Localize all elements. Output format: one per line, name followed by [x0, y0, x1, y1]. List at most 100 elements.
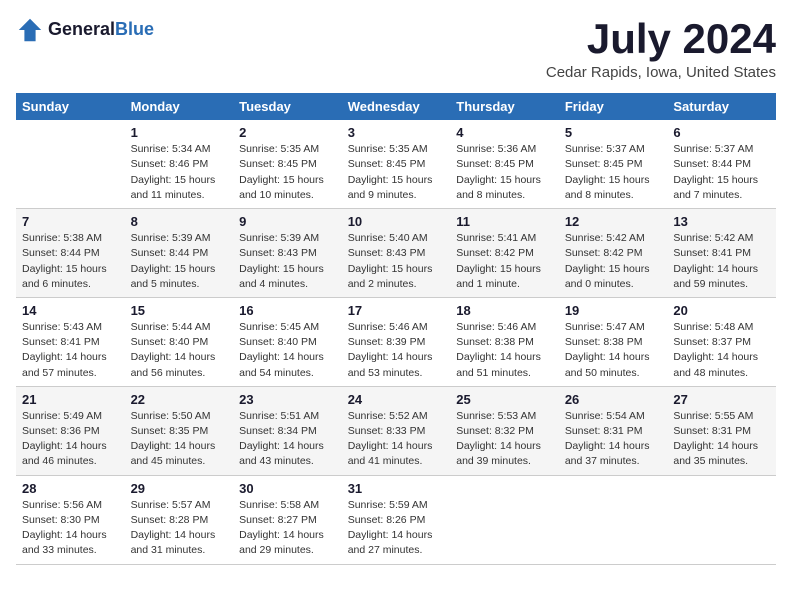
calendar-cell: 24Sunrise: 5:52 AM Sunset: 8:33 PM Dayli… [342, 386, 451, 475]
day-number: 27 [673, 392, 770, 407]
location: Cedar Rapids, Iowa, United States [546, 64, 776, 81]
day-number: 28 [22, 481, 119, 496]
calendar-cell: 29 Sunrise: 5:57 AM Sunset: 8:28 PM Dayli… [125, 475, 234, 564]
day-number: 12 [565, 214, 662, 229]
day-number: 15 [131, 303, 228, 318]
col-saturday: Saturday [667, 93, 776, 120]
day-number: 30 [239, 481, 336, 496]
day-number: 25 [456, 392, 553, 407]
day-info: Sunrise: 5:54 AM Sunset: 8:31 PM Dayligh… [565, 409, 662, 470]
calendar-cell: 7 Sunrise: 5:38 AM Sunset: 8:44 PM Daylig… [16, 209, 125, 298]
day-info: Sunrise: 5:49 AM Sunset: 8:36 PM Dayligh… [22, 409, 119, 470]
day-info: Sunrise: 5:48 AM Sunset: 8:37 PM Dayligh… [673, 320, 770, 381]
day-info: Sunrise: 5:46 AM Sunset: 8:39 PM Dayligh… [348, 320, 445, 381]
calendar-week-2: 7 Sunrise: 5:38 AM Sunset: 8:44 PM Daylig… [16, 209, 776, 298]
col-monday: Monday [125, 93, 234, 120]
day-info: Sunrise: 5:34 AM Sunset: 8:46 PM Dayligh… [131, 142, 228, 203]
calendar-cell: 2 Sunrise: 5:35 AM Sunset: 8:45 PM Daylig… [233, 120, 342, 208]
calendar-week-3: 14Sunrise: 5:43 AM Sunset: 8:41 PM Dayli… [16, 297, 776, 386]
day-info: Sunrise: 5:35 AM Sunset: 8:45 PM Dayligh… [348, 142, 445, 203]
calendar-cell [667, 475, 776, 564]
day-info: Sunrise: 5:40 AM Sunset: 8:43 PM Dayligh… [348, 231, 445, 292]
col-sunday: Sunday [16, 93, 125, 120]
day-number: 1 [131, 125, 228, 140]
day-info: Sunrise: 5:44 AM Sunset: 8:40 PM Dayligh… [131, 320, 228, 381]
day-info: Sunrise: 5:35 AM Sunset: 8:45 PM Dayligh… [239, 142, 336, 203]
calendar-cell: 20 Sunrise: 5:48 AM Sunset: 8:37 PM Dayli… [667, 297, 776, 386]
day-info: Sunrise: 5:36 AM Sunset: 8:45 PM Dayligh… [456, 142, 553, 203]
day-info: Sunrise: 5:37 AM Sunset: 8:45 PM Dayligh… [565, 142, 662, 203]
day-number: 2 [239, 125, 336, 140]
day-info: Sunrise: 5:46 AM Sunset: 8:38 PM Dayligh… [456, 320, 553, 381]
calendar-cell: 13Sunrise: 5:42 AM Sunset: 8:41 PM Dayli… [667, 209, 776, 298]
calendar-cell: 22 Sunrise: 5:50 AM Sunset: 8:35 PM Dayli… [125, 386, 234, 475]
day-number: 13 [673, 214, 770, 229]
day-number: 17 [348, 303, 445, 318]
day-info: Sunrise: 5:59 AM Sunset: 8:26 PM Dayligh… [348, 498, 445, 559]
day-info: Sunrise: 5:42 AM Sunset: 8:42 PM Dayligh… [565, 231, 662, 292]
calendar-cell: 14Sunrise: 5:43 AM Sunset: 8:41 PM Dayli… [16, 297, 125, 386]
calendar-cell: 19 Sunrise: 5:47 AM Sunset: 8:38 PM Dayli… [559, 297, 668, 386]
calendar-cell: 15 Sunrise: 5:44 AM Sunset: 8:40 PM Dayli… [125, 297, 234, 386]
calendar-cell: 10 Sunrise: 5:40 AM Sunset: 8:43 PM Dayli… [342, 209, 451, 298]
day-number: 22 [131, 392, 228, 407]
day-info: Sunrise: 5:43 AM Sunset: 8:41 PM Dayligh… [22, 320, 119, 381]
calendar-cell: 11Sunrise: 5:41 AM Sunset: 8:42 PM Dayli… [450, 209, 559, 298]
day-info: Sunrise: 5:56 AM Sunset: 8:30 PM Dayligh… [22, 498, 119, 559]
day-number: 3 [348, 125, 445, 140]
calendar-week-1: 1 Sunrise: 5:34 AM Sunset: 8:46 PM Daylig… [16, 120, 776, 208]
day-number: 16 [239, 303, 336, 318]
col-friday: Friday [559, 93, 668, 120]
day-number: 18 [456, 303, 553, 318]
calendar-week-5: 28 Sunrise: 5:56 AM Sunset: 8:30 PM Dayli… [16, 475, 776, 564]
day-info: Sunrise: 5:55 AM Sunset: 8:31 PM Dayligh… [673, 409, 770, 470]
header: GeneralBlue July 2024 Cedar Rapids, Iowa… [16, 16, 776, 81]
header-row: Sunday Monday Tuesday Wednesday Thursday… [16, 93, 776, 120]
day-number: 4 [456, 125, 553, 140]
day-number: 9 [239, 214, 336, 229]
day-info: Sunrise: 5:39 AM Sunset: 8:43 PM Dayligh… [239, 231, 336, 292]
day-info: Sunrise: 5:53 AM Sunset: 8:32 PM Dayligh… [456, 409, 553, 470]
logo-text: GeneralBlue [48, 20, 154, 40]
calendar-cell [450, 475, 559, 564]
calendar-cell: 9 Sunrise: 5:39 AM Sunset: 8:43 PM Daylig… [233, 209, 342, 298]
calendar-cell: 5 Sunrise: 5:37 AM Sunset: 8:45 PM Daylig… [559, 120, 668, 208]
col-thursday: Thursday [450, 93, 559, 120]
day-info: Sunrise: 5:51 AM Sunset: 8:34 PM Dayligh… [239, 409, 336, 470]
day-info: Sunrise: 5:38 AM Sunset: 8:44 PM Dayligh… [22, 231, 119, 292]
calendar-cell: 26Sunrise: 5:54 AM Sunset: 8:31 PM Dayli… [559, 386, 668, 475]
calendar-cell: 12 Sunrise: 5:42 AM Sunset: 8:42 PM Dayli… [559, 209, 668, 298]
day-number: 31 [348, 481, 445, 496]
calendar-cell: 28 Sunrise: 5:56 AM Sunset: 8:30 PM Dayli… [16, 475, 125, 564]
logo: GeneralBlue [16, 16, 154, 44]
day-number: 8 [131, 214, 228, 229]
calendar-cell: 23 Sunrise: 5:51 AM Sunset: 8:34 PM Dayli… [233, 386, 342, 475]
calendar-cell: 3 Sunrise: 5:35 AM Sunset: 8:45 PM Daylig… [342, 120, 451, 208]
calendar-cell: 16 Sunrise: 5:45 AM Sunset: 8:40 PM Dayli… [233, 297, 342, 386]
day-number: 10 [348, 214, 445, 229]
calendar-cell: 6Sunrise: 5:37 AM Sunset: 8:44 PM Daylig… [667, 120, 776, 208]
title-area: July 2024 Cedar Rapids, Iowa, United Sta… [546, 16, 776, 81]
calendar-table: Sunday Monday Tuesday Wednesday Thursday… [16, 93, 776, 564]
calendar-cell: 30Sunrise: 5:58 AM Sunset: 8:27 PM Dayli… [233, 475, 342, 564]
day-number: 20 [673, 303, 770, 318]
logo-blue: Blue [115, 19, 154, 39]
day-info: Sunrise: 5:57 AM Sunset: 8:28 PM Dayligh… [131, 498, 228, 559]
calendar-cell: 17 Sunrise: 5:46 AM Sunset: 8:39 PM Dayli… [342, 297, 451, 386]
calendar-cell: 8 Sunrise: 5:39 AM Sunset: 8:44 PM Daylig… [125, 209, 234, 298]
day-number: 11 [456, 214, 553, 229]
day-number: 23 [239, 392, 336, 407]
day-number: 19 [565, 303, 662, 318]
day-info: Sunrise: 5:47 AM Sunset: 8:38 PM Dayligh… [565, 320, 662, 381]
day-info: Sunrise: 5:50 AM Sunset: 8:35 PM Dayligh… [131, 409, 228, 470]
calendar-cell: 31 Sunrise: 5:59 AM Sunset: 8:26 PM Dayli… [342, 475, 451, 564]
day-info: Sunrise: 5:45 AM Sunset: 8:40 PM Dayligh… [239, 320, 336, 381]
day-info: Sunrise: 5:39 AM Sunset: 8:44 PM Dayligh… [131, 231, 228, 292]
calendar-cell [559, 475, 668, 564]
logo-general: General [48, 19, 115, 39]
day-number: 7 [22, 214, 119, 229]
calendar-cell: 1 Sunrise: 5:34 AM Sunset: 8:46 PM Daylig… [125, 120, 234, 208]
day-number: 5 [565, 125, 662, 140]
day-number: 29 [131, 481, 228, 496]
day-info: Sunrise: 5:52 AM Sunset: 8:33 PM Dayligh… [348, 409, 445, 470]
